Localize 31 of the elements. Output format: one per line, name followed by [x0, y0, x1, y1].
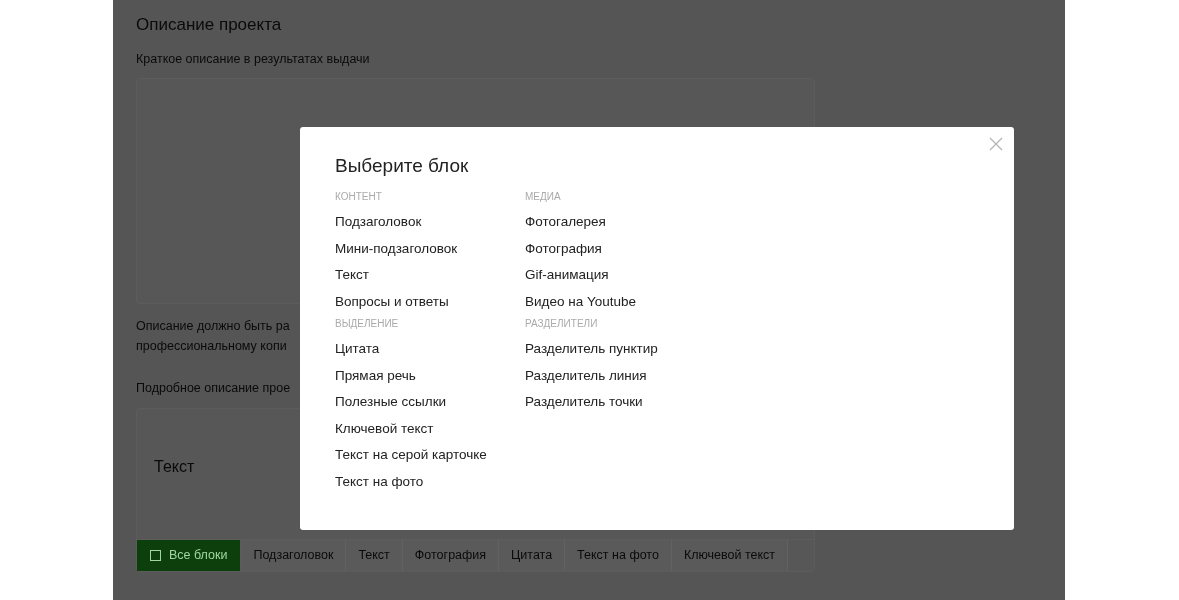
- block-option[interactable]: Прямая речь: [335, 362, 416, 389]
- checkbox-icon: [150, 549, 161, 561]
- block-option[interactable]: Подзаголовок: [335, 209, 422, 236]
- block-tab[interactable]: Все блоки: [137, 539, 242, 571]
- block-option[interactable]: Мини-подзаголовок: [335, 235, 458, 262]
- block-option[interactable]: Полезные ссылки: [335, 389, 447, 416]
- group-heading: ВЫДЕЛЕНИЕ: [335, 317, 399, 331]
- section-title: Описание проекта: [136, 14, 282, 36]
- group-heading: МЕДИА: [525, 190, 561, 204]
- block-option[interactable]: Текст на серой карточке: [335, 442, 487, 469]
- modal-title: Выберите блок: [335, 154, 469, 178]
- block-option[interactable]: Вопросы и ответы: [335, 288, 449, 315]
- block-option[interactable]: Цитата: [335, 336, 380, 363]
- group-heading: КОНТЕНТ: [335, 190, 382, 204]
- block-option[interactable]: Видео на Youtube: [525, 288, 636, 315]
- block-option[interactable]: Текст на фото: [335, 468, 424, 495]
- block-option[interactable]: Ключевой текст: [335, 415, 434, 442]
- field-label: Краткое описание в результатах выдачи: [136, 51, 370, 68]
- block-option[interactable]: Разделитель пунктир: [525, 336, 658, 363]
- block-option[interactable]: Фотография: [525, 235, 602, 262]
- group-heading: РАЗДЕЛИТЕЛИ: [525, 317, 598, 331]
- field-label: Подробное описание прое: [136, 379, 291, 397]
- block-option[interactable]: Gif-анимация: [525, 262, 609, 289]
- hint-text: профессиональному копи: [136, 337, 287, 355]
- block-option[interactable]: Текст: [335, 262, 369, 289]
- block-option[interactable]: Разделитель линия: [525, 362, 647, 389]
- block-option[interactable]: Разделитель точки: [525, 389, 643, 416]
- hint-text: Описание должно быть ра: [136, 317, 290, 335]
- close-icon[interactable]: [989, 137, 1003, 151]
- editor-placeholder: Текст: [154, 457, 195, 475]
- block-option[interactable]: Фотогалерея: [525, 209, 606, 236]
